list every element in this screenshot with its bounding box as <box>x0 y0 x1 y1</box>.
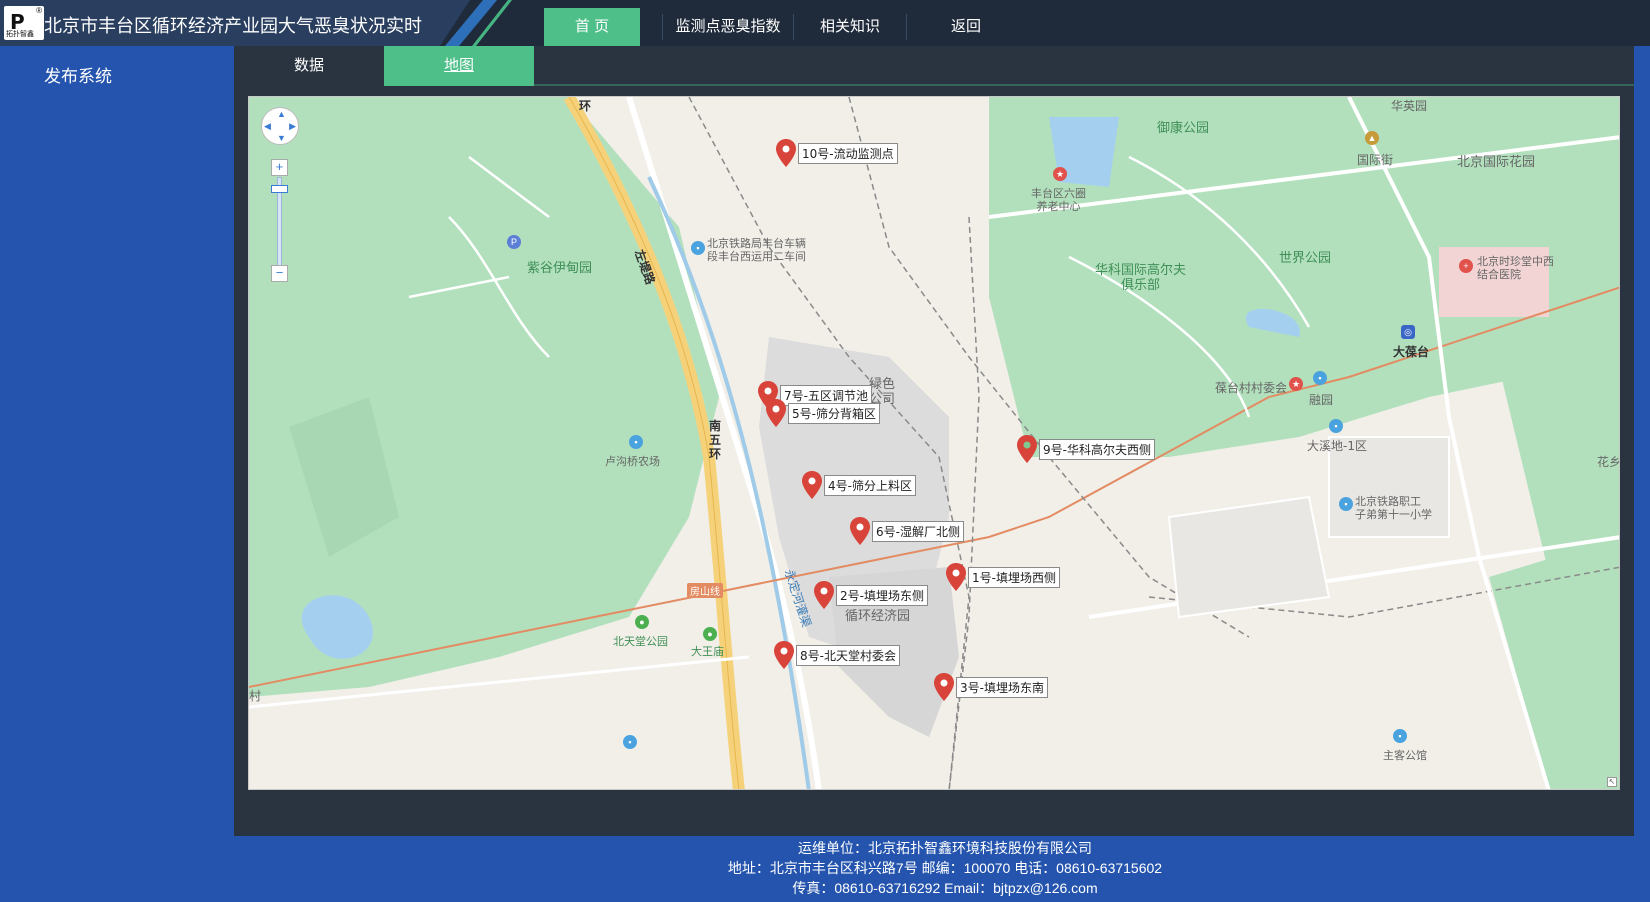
nav-odor-index[interactable]: 监测点恶臭指数 <box>663 8 793 46</box>
zoom-in-button[interactable]: + <box>271 159 288 176</box>
marker-label: 10号-流动监测点 <box>798 143 898 164</box>
zoom-out-button[interactable]: − <box>271 265 288 282</box>
map-pin-icon <box>814 581 834 609</box>
tab-map[interactable]: 地图 <box>384 46 534 86</box>
star-poi-icon: ★ <box>1289 377 1303 391</box>
hospital-poi-icon: + <box>1459 259 1473 273</box>
pan-control[interactable]: ▲ ▼ ◀ ▶ <box>261 107 299 145</box>
place-label: 大王庙 <box>691 645 724 658</box>
metro-station-icon: ◎ <box>1401 325 1415 339</box>
place-label: 北京国际花园 <box>1457 155 1536 170</box>
place-label: 北京铁路局丰台车辆 段丰台西运用二车间 <box>707 237 806 263</box>
map-view[interactable]: 华英园 御康公园 国际街 北京国际花园 丰台区六圈 养老中心 世界公园 华科国际… <box>248 96 1620 790</box>
footer-contact: 传真：08610-63716292 Email：bjtpzx@126.com <box>792 880 1098 896</box>
metro-line-label: 房山线 <box>687 583 723 598</box>
place-label: 卢沟桥农场 <box>605 455 660 468</box>
building-poi-icon: ▪ <box>1313 371 1327 385</box>
place-label: 大葆台 <box>1393 345 1430 359</box>
farm-poi-icon: ▪ <box>629 435 643 449</box>
site-title: 北京市丰台区循环经济产业园大气恶臭状况实时 <box>44 16 422 36</box>
marker-label: 1号-填埋场西侧 <box>968 567 1060 588</box>
place-label: 国际街 <box>1357 153 1394 167</box>
road-label: 南五环 <box>709 419 722 461</box>
company-logo: P ® 拓扑智鑫 <box>4 6 44 40</box>
sidebar-title: 发布系统 <box>44 67 112 86</box>
view-tabs: 数据 地图 <box>234 46 534 86</box>
place-label: 北京铁路职工 子弟第十一小学 <box>1355 495 1432 521</box>
railway-3 <box>948 216 980 789</box>
registered-icon: ® <box>36 6 42 15</box>
landmark-poi-icon: ▲ <box>1365 131 1379 145</box>
logo-caption: 拓扑智鑫 <box>6 31 34 38</box>
place-label: 北天堂公园 <box>613 635 668 648</box>
map-pin-icon <box>850 517 870 545</box>
place-label: 葆台村村委会 <box>1215 381 1288 395</box>
school-poi-icon: ▪ <box>1339 497 1353 511</box>
map-navigation-control: ▲ ▼ ◀ ▶ + − <box>261 107 299 282</box>
place-label: 世界公园 <box>1279 251 1332 266</box>
place-label: 村 <box>249 689 262 703</box>
footer-address: 地址：北京市丰台区科兴路7号 邮编：100070 电话：08610-637156… <box>727 860 1163 876</box>
main-nav: 首 页 监测点恶臭指数 相关知识 返回 <box>544 8 1025 46</box>
zoom-slider-handle[interactable] <box>271 185 288 193</box>
residential-blocks <box>1167 436 1450 619</box>
building-poi-icon: ▪ <box>691 241 705 255</box>
star-poi-icon: ★ <box>1053 167 1067 181</box>
road-label: 环 <box>579 99 592 113</box>
resize-icon[interactable]: ↖ <box>1607 777 1617 787</box>
nav-knowledge[interactable]: 相关知识 <box>794 8 906 46</box>
pan-up-icon[interactable]: ▲ <box>277 109 286 119</box>
marker-label: 4号-筛分上料区 <box>824 475 916 496</box>
main-panel: 数据 地图 华英园 御康公园 国际街 北京国际花园 丰台区六圈 养老中心 世界公… <box>234 46 1634 836</box>
map-pin-icon <box>774 641 794 669</box>
page-footer: 运维单位：北京拓扑智鑫环境科技股份有限公司 地址：北京市丰台区科兴路7号 邮编：… <box>0 838 1650 898</box>
footer-operator: 运维单位：北京拓扑智鑫环境科技股份有限公司 <box>798 840 1092 856</box>
map-pin-icon <box>934 673 954 701</box>
marker-label: 5号-筛分背箱区 <box>788 403 880 424</box>
building-poi-icon: ▪ <box>1329 419 1343 433</box>
pan-left-icon[interactable]: ◀ <box>264 121 271 132</box>
place-label: 紫谷伊甸园 <box>527 261 593 276</box>
nav-back[interactable]: 返回 <box>907 8 1025 46</box>
place-label: 御康公园 <box>1157 121 1210 136</box>
place-label: 循环经济园 <box>845 609 911 624</box>
place-label: 大溪地-1区 <box>1307 439 1367 453</box>
parking-icon: P <box>507 235 521 249</box>
place-label: 北京时珍堂中西 结合医院 <box>1477 255 1554 281</box>
place-label: 花乡 <box>1597 455 1620 469</box>
pan-down-icon[interactable]: ▼ <box>277 133 286 143</box>
building-poi-icon: ▪ <box>623 735 637 749</box>
tab-data[interactable]: 数据 <box>234 46 384 86</box>
park-poi-icon: ● <box>635 615 649 629</box>
place-label: 华科国际高尔夫 俱乐部 <box>1095 263 1187 293</box>
park-poi-icon: ● <box>703 627 717 641</box>
marker-label: 8号-北天堂村委会 <box>796 645 900 666</box>
marker-label: 6号-湿解厂北侧 <box>872 521 964 542</box>
top-header: P ® 拓扑智鑫 北京市丰台区循环经济产业园大气恶臭状况实时 首 页 监测点恶臭… <box>0 0 1650 46</box>
marker-label: 9号-华科高尔夫西侧 <box>1039 439 1155 460</box>
place-label: 主客公馆 <box>1383 749 1427 762</box>
nav-home[interactable]: 首 页 <box>544 8 640 46</box>
map-pin-icon <box>946 563 966 591</box>
tabs-underline <box>534 84 1634 86</box>
building-poi-icon: ▪ <box>1393 729 1407 743</box>
place-label: 丰台区六圈 养老中心 <box>1031 187 1086 213</box>
park-area-southeast <box>1489 537 1619 789</box>
map-pin-icon <box>776 139 796 167</box>
map-pin-icon <box>766 399 786 427</box>
place-label: 华英园 <box>1391 99 1428 113</box>
map-pin-icon <box>802 471 822 499</box>
map-pin-icon <box>1017 435 1037 463</box>
place-label: 融园 <box>1309 393 1334 407</box>
pan-right-icon[interactable]: ▶ <box>289 121 296 132</box>
marker-label: 2号-填埋场东侧 <box>836 585 928 606</box>
marker-label: 3号-填埋场东南 <box>956 677 1048 698</box>
